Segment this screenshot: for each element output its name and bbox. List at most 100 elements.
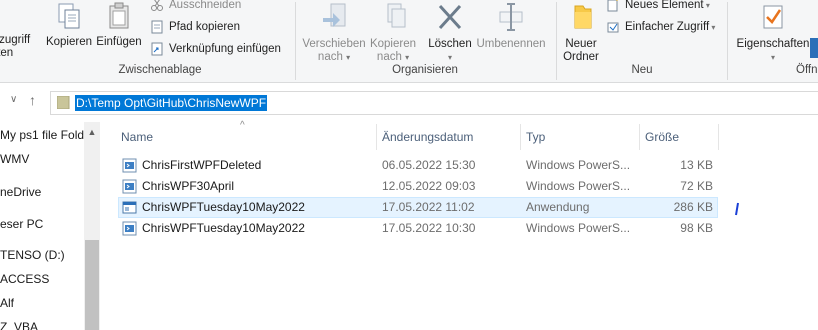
application-exe-icon <box>122 201 137 214</box>
rename-label: Umbenennen <box>476 38 546 50</box>
file-type: Windows PowerS... <box>526 179 631 193</box>
move-to-button[interactable]: Verschieben nach ▾ <box>300 2 368 64</box>
easy-access-icon <box>607 22 619 33</box>
copy-path-icon <box>151 20 163 34</box>
recent-locations-button[interactable]: ∨ <box>10 94 17 105</box>
nav-scrollbar-thumb[interactable] <box>85 240 99 330</box>
up-button[interactable]: ↑ <box>29 92 36 108</box>
nav-item[interactable]: My ps1 file Folde <box>0 125 91 145</box>
nav-item[interactable]: Alf <box>0 293 14 313</box>
pen-mark <box>735 202 739 216</box>
ribbon: llzugriff ften Kopieren Einfügen Ausschn <box>0 0 818 83</box>
open-icon <box>810 38 818 58</box>
file-type: Anwendung <box>526 200 590 214</box>
delete-label: Löschen <box>428 38 472 50</box>
new-folder-button[interactable]: Neuer Ordner <box>560 2 602 64</box>
powershell-file-icon <box>122 179 137 194</box>
chevron-down-icon: ▾ <box>770 53 775 62</box>
column-header-date[interactable]: Änderungsdatum <box>376 124 520 150</box>
file-size: 98 KB <box>680 221 713 235</box>
open-group-label: Öffn <box>796 64 818 76</box>
organize-group-label: Organisieren <box>392 64 458 76</box>
scroll-up-button[interactable]: ▲ <box>84 124 100 140</box>
column-header-type[interactable]: Typ <box>520 124 638 150</box>
chevron-up-icon: ▲ <box>87 127 97 137</box>
nav-item[interactable]: TENSO (D:) <box>0 245 65 265</box>
chevron-down-icon: ▾ <box>447 53 452 62</box>
column-header-size[interactable]: Größe <box>639 124 717 150</box>
chevron-down-icon: ▾ <box>703 0 710 10</box>
easy-access-button[interactable]: Einfacher Zugriff ▾ <box>606 17 715 37</box>
clipboard-group-label: Zwischenablage <box>118 64 202 76</box>
clipboard-icon <box>109 2 129 29</box>
properties-button[interactable]: Eigenschaften ▾ <box>732 2 814 64</box>
group-separator <box>727 2 728 80</box>
nav-item[interactable]: Z_VBA <box>0 317 38 330</box>
scissors-icon <box>151 0 163 11</box>
file-size: 286 KB <box>673 200 713 214</box>
nav-item[interactable]: eser PC <box>0 214 43 234</box>
properties-label: Eigenschaften <box>736 38 810 50</box>
cut-label: Ausschneiden <box>169 0 242 11</box>
group-separator <box>556 2 557 80</box>
file-row-selected[interactable]: ChrisWPFTuesday10May2022 17.05.2022 11:0… <box>118 197 718 218</box>
copy-path-button[interactable]: Pfad kopieren <box>150 17 240 37</box>
properties-checkmark-icon <box>763 5 783 29</box>
file-size: 72 KB <box>680 179 713 193</box>
nav-item[interactable]: ACCESS <box>0 269 49 289</box>
file-row[interactable]: ChrisWPFTuesday10May2022 17.05.2022 10:3… <box>118 218 718 239</box>
rename-button[interactable]: Umbenennen <box>474 2 548 51</box>
paste-label: Einfügen <box>96 36 142 48</box>
nav-item[interactable]: neDrive <box>0 182 41 202</box>
cut-button[interactable]: Ausschneiden <box>150 0 241 15</box>
new-item-icon <box>607 0 618 12</box>
paste-button[interactable]: Einfügen <box>94 2 144 49</box>
copy-button[interactable]: Kopieren <box>44 2 94 49</box>
file-date: 06.05.2022 15:30 <box>382 158 476 172</box>
move-to-label: Verschieben <box>302 38 366 50</box>
column-separator[interactable] <box>718 124 719 150</box>
open-button[interactable] <box>810 38 818 62</box>
copy-to-label: Kopieren <box>369 38 417 50</box>
paste-shortcut-button[interactable]: Verknüpfung einfügen <box>150 39 281 59</box>
delete-button[interactable]: Löschen ▾ <box>424 2 476 64</box>
file-date: 17.05.2022 10:30 <box>382 221 476 235</box>
file-name: ChrisFirstWPFDeleted <box>142 158 262 172</box>
arrow-up-icon: ↑ <box>29 92 36 108</box>
address-bar[interactable]: D:\Temp Opt\GitHub\ChrisNewWPF <box>50 91 818 115</box>
copy-to-icon <box>387 3 406 28</box>
delete-x-icon <box>438 4 462 30</box>
pin-quick-access-button[interactable]: llzugriff ften <box>0 34 44 60</box>
file-row[interactable]: ChrisWPF30April 12.05.2022 09:03 Windows… <box>118 176 718 197</box>
rename-icon <box>499 3 523 31</box>
file-name: ChrisWPFTuesday10May2022 <box>142 221 305 235</box>
copy-label: Kopieren <box>45 36 93 48</box>
new-item-button[interactable]: Neues Element ▾ <box>606 0 710 15</box>
powershell-file-icon <box>122 221 137 236</box>
group-separator <box>295 2 296 80</box>
address-path[interactable]: D:\Temp Opt\GitHub\ChrisNewWPF <box>75 95 268 111</box>
copy-path-label: Pfad kopieren <box>169 21 240 33</box>
file-date: 17.05.2022 11:02 <box>382 200 475 214</box>
copy-icon <box>58 3 80 29</box>
easy-access-label: Einfacher Zugriff <box>625 21 710 33</box>
pin-quick-access-label: llzugriff <box>0 34 31 46</box>
powershell-file-icon <box>122 158 137 173</box>
new-item-label: Neues Element <box>625 0 704 11</box>
nav-item[interactable]: WMV <box>0 149 29 169</box>
file-type: Windows PowerS... <box>526 221 631 235</box>
chevron-down-icon: ▾ <box>346 53 351 62</box>
new-folder-label: Neuer <box>565 38 597 50</box>
column-header-name[interactable]: Name <box>115 124 375 150</box>
file-size: 13 KB <box>680 158 713 172</box>
chevron-down-icon: ▾ <box>405 53 410 62</box>
folder-icon <box>574 5 592 29</box>
file-date: 12.05.2022 09:03 <box>382 179 476 193</box>
file-name: ChrisWPF30April <box>142 179 235 193</box>
file-type: Windows PowerS... <box>526 158 631 172</box>
paste-shortcut-label: Verknüpfung einfügen <box>169 43 281 55</box>
copy-to-button[interactable]: Kopieren nach ▾ <box>368 2 418 64</box>
file-row[interactable]: ChrisFirstWPFDeleted 06.05.2022 15:30 Wi… <box>118 155 718 176</box>
move-to-icon <box>323 3 346 27</box>
file-name: ChrisWPFTuesday10May2022 <box>142 200 305 214</box>
